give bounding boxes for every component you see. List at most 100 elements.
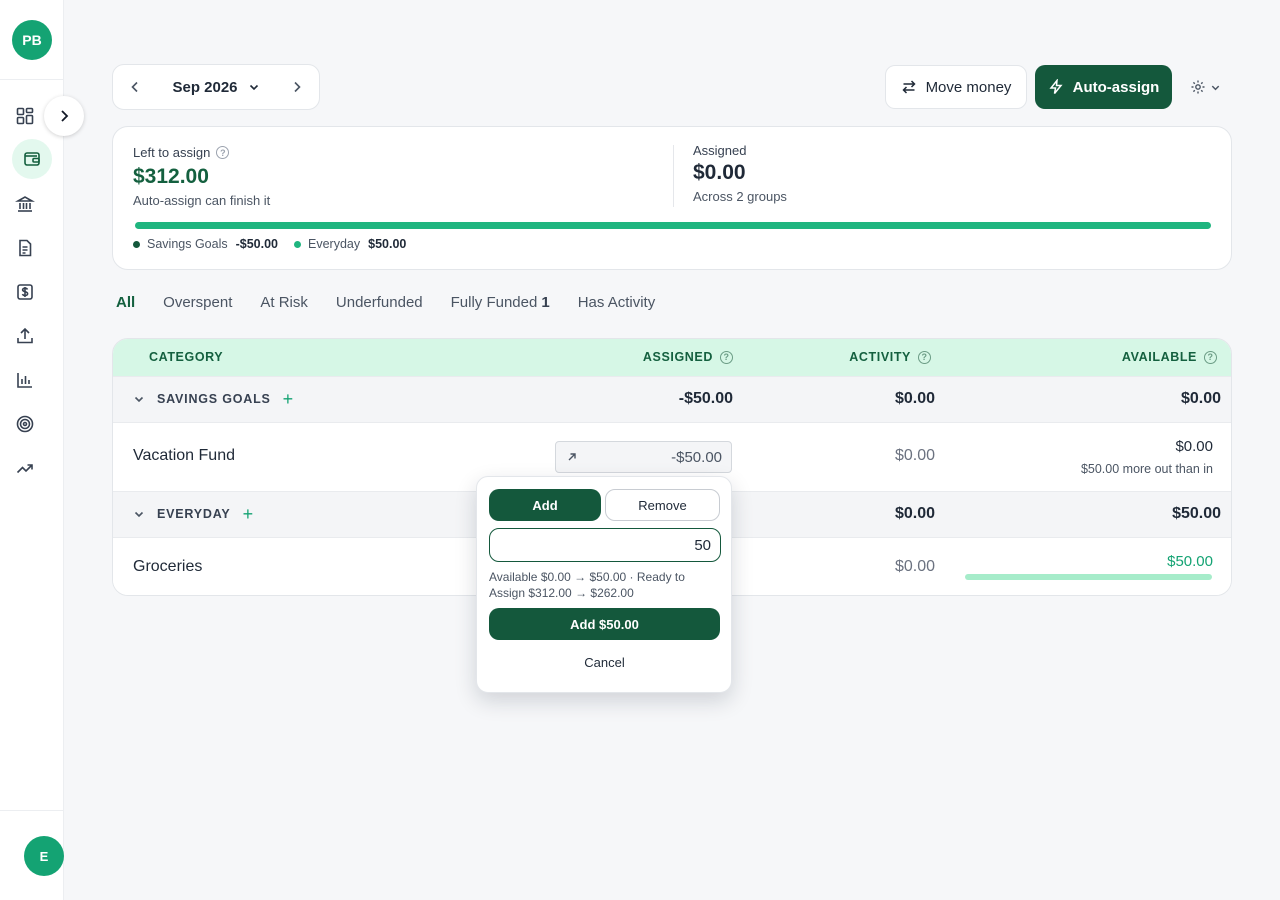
header-category: CATEGORY bbox=[149, 350, 223, 364]
legend-savings-value: -$50.00 bbox=[235, 237, 279, 251]
legend-everyday-name: Everyday bbox=[308, 237, 361, 251]
assign-preview-text: Available $0.00 → $50.00 · Ready to Assi… bbox=[489, 570, 685, 600]
filter-tabs: All Overspent At Risk Underfunded Fully … bbox=[116, 294, 655, 311]
header-activity: ACTIVITY? bbox=[849, 350, 931, 364]
group-available: $50.00 bbox=[1172, 505, 1221, 522]
budget-wallet-icon[interactable] bbox=[12, 139, 52, 179]
category-activity: $0.00 bbox=[894, 558, 935, 575]
left-to-assign-section: Left to assign ? $312.00 Auto-assign can… bbox=[133, 145, 270, 208]
category-name: Vacation Fund bbox=[133, 447, 235, 464]
move-money-label: Move money bbox=[925, 78, 1012, 96]
group-name-savings-goals: SAVINGS GOALS + bbox=[133, 390, 294, 408]
summary-legend: Savings Goals -$50.00 Everyday $50.00 bbox=[133, 237, 422, 251]
chevron-right-icon bbox=[294, 81, 301, 93]
target-icon[interactable] bbox=[10, 409, 40, 439]
collapse-group-button[interactable] bbox=[133, 508, 145, 520]
document-icon[interactable] bbox=[10, 233, 40, 263]
help-icon[interactable]: ? bbox=[216, 146, 230, 159]
collapse-group-button[interactable] bbox=[133, 393, 145, 405]
legend-dot bbox=[294, 240, 302, 248]
left-to-assign-subtitle: Auto-assign can finish it bbox=[133, 193, 271, 208]
header-assigned-label: ASSIGNED bbox=[642, 350, 713, 364]
tab-at-risk[interactable]: At Risk bbox=[260, 294, 308, 311]
bank-icon[interactable] bbox=[10, 189, 40, 219]
move-money-button[interactable]: Move money bbox=[885, 65, 1027, 109]
tab-overspent[interactable]: Overspent bbox=[163, 294, 232, 311]
group-activity: $0.00 bbox=[894, 390, 935, 407]
group-name-everyday: EVERYDAY + bbox=[133, 505, 254, 523]
month-select[interactable]: Sep 2026 bbox=[157, 79, 275, 96]
swap-arrows-icon bbox=[902, 80, 916, 94]
assigned-amount: $0.00 bbox=[693, 161, 746, 184]
assigned-amount-value: -$50.00 bbox=[671, 448, 722, 466]
month-picker: Sep 2026 bbox=[112, 64, 320, 110]
available-note: $50.00 more out than in bbox=[1080, 462, 1213, 476]
trend-icon[interactable] bbox=[10, 453, 40, 483]
header-available-label: AVAILABLE bbox=[1121, 350, 1197, 364]
user-avatar[interactable]: PB bbox=[12, 20, 52, 60]
help-icon[interactable]: ? bbox=[918, 350, 931, 364]
group-available: $0.00 bbox=[1180, 390, 1221, 407]
auto-assign-button[interactable]: Auto-assign bbox=[1035, 65, 1172, 109]
category-activity: $0.00 bbox=[894, 447, 935, 464]
tab-all[interactable]: All bbox=[116, 294, 135, 311]
group-label: SAVINGS GOALS bbox=[157, 392, 271, 406]
left-to-assign-amount: $312.00 bbox=[133, 165, 209, 188]
remove-mode-tab[interactable]: Remove bbox=[605, 489, 720, 521]
assigned-label: Assigned bbox=[693, 143, 747, 158]
workspace-avatar[interactable]: E bbox=[24, 836, 64, 876]
assigned-subtitle: Across 2 groups bbox=[693, 189, 787, 204]
category-name: Groceries bbox=[133, 558, 203, 575]
assigned-amount-field[interactable]: -$50.00 bbox=[555, 441, 732, 473]
left-to-assign-label: Left to assign bbox=[133, 145, 211, 160]
header-assigned: ASSIGNED? bbox=[643, 350, 733, 364]
sidebar-divider bbox=[0, 810, 64, 811]
add-category-button[interactable]: + bbox=[243, 505, 254, 523]
header-activity-label: ACTIVITY bbox=[849, 350, 911, 364]
confirm-add-button[interactable]: Add $50.00 bbox=[489, 608, 720, 640]
arrow-up-right-icon bbox=[568, 453, 576, 461]
gear-icon bbox=[1191, 80, 1204, 94]
settings-menu-button[interactable] bbox=[1184, 74, 1226, 100]
lightning-icon bbox=[1049, 79, 1063, 94]
upload-icon[interactable] bbox=[10, 321, 40, 351]
tab-fully-funded-label: Fully Funded bbox=[450, 294, 538, 311]
add-mode-tab[interactable]: Add bbox=[489, 489, 601, 521]
left-to-assign-label-row: Left to assign ? bbox=[133, 145, 270, 160]
header-category-label: CATEGORY bbox=[149, 350, 224, 364]
chevron-down-icon bbox=[134, 396, 144, 403]
assign-money-popover: Add Remove Available $0.00 → $50.00 · Re… bbox=[476, 476, 732, 693]
amount-input[interactable] bbox=[489, 528, 721, 562]
category-available: $0.00 bbox=[1175, 438, 1213, 455]
category-available: $50.00 bbox=[1167, 553, 1213, 570]
auto-assign-label: Auto-assign bbox=[1072, 78, 1160, 96]
header-available: AVAILABLE? bbox=[1122, 350, 1217, 364]
chevron-left-icon bbox=[131, 81, 138, 93]
tab-fully-funded[interactable]: Fully Funded 1 bbox=[451, 294, 550, 311]
tab-fully-funded-count: 1 bbox=[541, 294, 550, 311]
tab-underfunded[interactable]: Underfunded bbox=[336, 294, 423, 311]
group-activity: $0.00 bbox=[894, 505, 935, 522]
chevron-down-icon bbox=[249, 84, 258, 91]
funded-progress-bar bbox=[965, 574, 1212, 580]
add-category-button[interactable]: + bbox=[283, 390, 294, 408]
tab-has-activity[interactable]: Has Activity bbox=[578, 294, 656, 311]
bar-chart-icon[interactable] bbox=[10, 365, 40, 395]
summary-divider bbox=[673, 145, 674, 207]
previous-month-button[interactable] bbox=[113, 65, 157, 109]
group-assigned: -$50.00 bbox=[678, 390, 733, 407]
help-icon[interactable]: ? bbox=[720, 350, 733, 364]
dashboard-icon[interactable] bbox=[10, 101, 40, 131]
legend-everyday-value: $50.00 bbox=[368, 237, 407, 251]
budget-summary-card: Left to assign ? $312.00 Auto-assign can… bbox=[112, 126, 1232, 270]
table-header: CATEGORY ASSIGNED? ACTIVITY? AVAILABLE? bbox=[113, 339, 1231, 376]
help-icon[interactable]: ? bbox=[1204, 350, 1217, 364]
cancel-button[interactable]: Cancel bbox=[489, 655, 720, 670]
sidebar-divider bbox=[0, 79, 64, 80]
legend-savings-name: Savings Goals bbox=[147, 237, 228, 251]
next-month-button[interactable] bbox=[275, 65, 319, 109]
dollar-icon[interactable] bbox=[10, 277, 40, 307]
expand-sidebar-button[interactable] bbox=[44, 96, 84, 136]
month-label: Sep 2026 bbox=[172, 78, 238, 96]
sidebar: PB E bbox=[0, 0, 64, 900]
